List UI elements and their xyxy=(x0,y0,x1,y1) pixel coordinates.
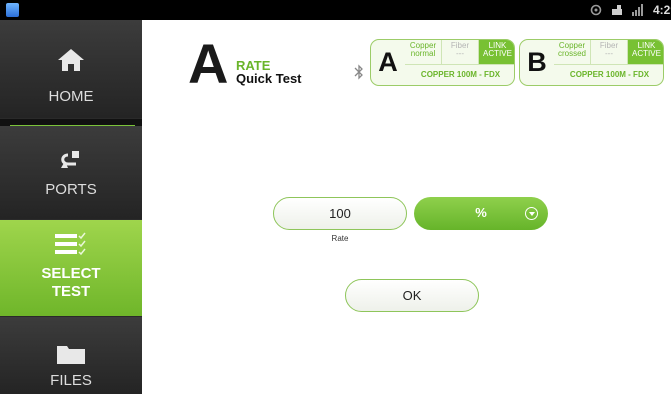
port-a-status[interactable]: A Copper normal Fiber --- LINK ACTIVE CO… xyxy=(370,39,515,86)
sidebar-item-label: HOME xyxy=(48,88,94,105)
fiber-cell: Fiber --- xyxy=(442,40,479,64)
sidebar-item-files[interactable]: FILES xyxy=(0,317,142,394)
chevron-down-icon xyxy=(525,207,538,220)
copper-cell: Copper crossed xyxy=(554,40,591,64)
sidebar-item-label: TEST xyxy=(51,283,91,300)
sidebar-item-select-test[interactable]: SELECT TEST xyxy=(0,220,142,317)
sidebar-item-home[interactable]: HOME xyxy=(0,20,142,119)
ok-button[interactable]: OK xyxy=(345,279,479,312)
link-status: COPPER 100M - FDX xyxy=(554,64,663,84)
sidebar-item-label: SELECT xyxy=(41,265,101,282)
link-active-cell: LINK ACTIVE xyxy=(628,40,663,64)
test-type: Quick Test xyxy=(236,71,302,86)
port-b-status[interactable]: B Copper crossed Fiber --- LINK ACTIVE C… xyxy=(519,39,664,86)
port-letter: A xyxy=(378,47,398,77)
status-icons: 4:29 xyxy=(589,0,671,20)
cell-value: crossed xyxy=(557,49,586,58)
fiber-cell: Fiber --- xyxy=(591,40,628,64)
sidebar-item-ports[interactable]: PORTS xyxy=(0,126,142,220)
rate-input[interactable]: 100 xyxy=(273,197,407,230)
port-letter: A xyxy=(188,32,229,95)
unit-dropdown[interactable]: % xyxy=(414,197,548,230)
folder-icon xyxy=(57,346,85,364)
status-bar: 4:29 xyxy=(0,0,671,20)
copper-cell: Copper normal xyxy=(405,40,442,64)
cell-value: ACTIVE xyxy=(483,49,512,58)
cell-value: ACTIVE xyxy=(632,49,661,58)
select-test-icon xyxy=(55,232,86,256)
app-icon xyxy=(6,3,19,17)
sidebar: HOME PORTS SELECT TEST FILES xyxy=(0,20,142,394)
data-transfer-icon xyxy=(611,5,622,15)
link-active-cell: LINK ACTIVE xyxy=(479,40,514,64)
sidebar-item-label: FILES xyxy=(50,372,92,389)
cell-value: --- xyxy=(456,49,464,58)
port-letter: B xyxy=(527,47,547,77)
link-status: COPPER 100M - FDX xyxy=(405,64,514,84)
home-icon xyxy=(58,49,84,71)
clock: 4:29 xyxy=(652,3,671,17)
rate-label: Rate xyxy=(331,234,349,243)
signal-icon xyxy=(631,4,643,16)
ports-icon xyxy=(61,151,79,168)
sync-icon xyxy=(590,4,602,16)
cell-value: --- xyxy=(605,49,613,58)
cell-value: normal xyxy=(410,49,436,58)
sidebar-item-label: PORTS xyxy=(45,181,97,198)
bluetooth-icon xyxy=(354,64,363,80)
